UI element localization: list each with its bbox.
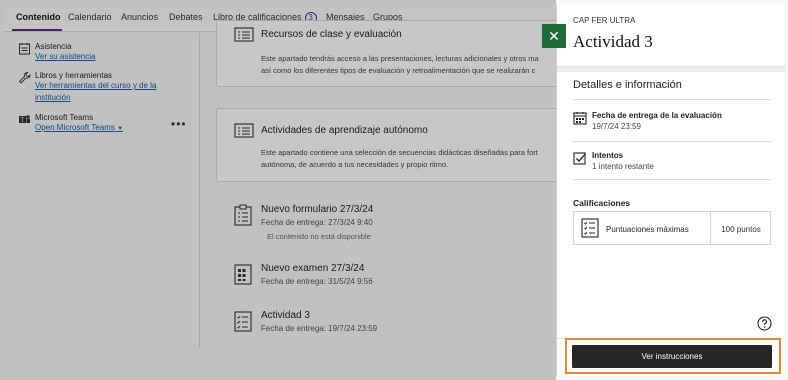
rubric-list-icon [581, 218, 599, 238]
close-panel-button[interactable]: ✕ [542, 24, 566, 48]
attempts-label: Intentos [592, 151, 624, 160]
modal-backdrop[interactable] [0, 0, 556, 380]
due-date-label: Fecha de entrega de la evaluación [592, 111, 722, 120]
attempts-value: 1 intento restante [592, 162, 654, 171]
calendar-icon [573, 112, 587, 125]
details-heading: Detalles e información [573, 79, 682, 91]
panel-title: Actividad 3 [573, 32, 653, 51]
course-name: CAP FER ULTRA [573, 16, 636, 25]
grades-heading: Calificaciones [573, 198, 631, 208]
max-score-label: Puntuaciones máximas [606, 225, 689, 234]
max-score-value: 100 puntos [721, 225, 761, 234]
panel-separator [557, 66, 785, 72]
divider [573, 141, 771, 142]
divider [573, 179, 771, 180]
max-score-box: Puntuaciones máximas 100 puntos [573, 211, 771, 245]
checkbox-icon [573, 152, 586, 165]
page: Contenido Calendario Anuncios Debates Li… [0, 0, 788, 380]
help-icon[interactable] [757, 316, 772, 331]
divider [573, 99, 771, 100]
view-instructions-button[interactable]: Ver instrucciones [572, 345, 772, 368]
details-panel: ✕ CAP FER ULTRA Actividad 3 Detalles e i… [542, 4, 785, 376]
due-date-value: 19/7/24 23:59 [592, 122, 641, 131]
